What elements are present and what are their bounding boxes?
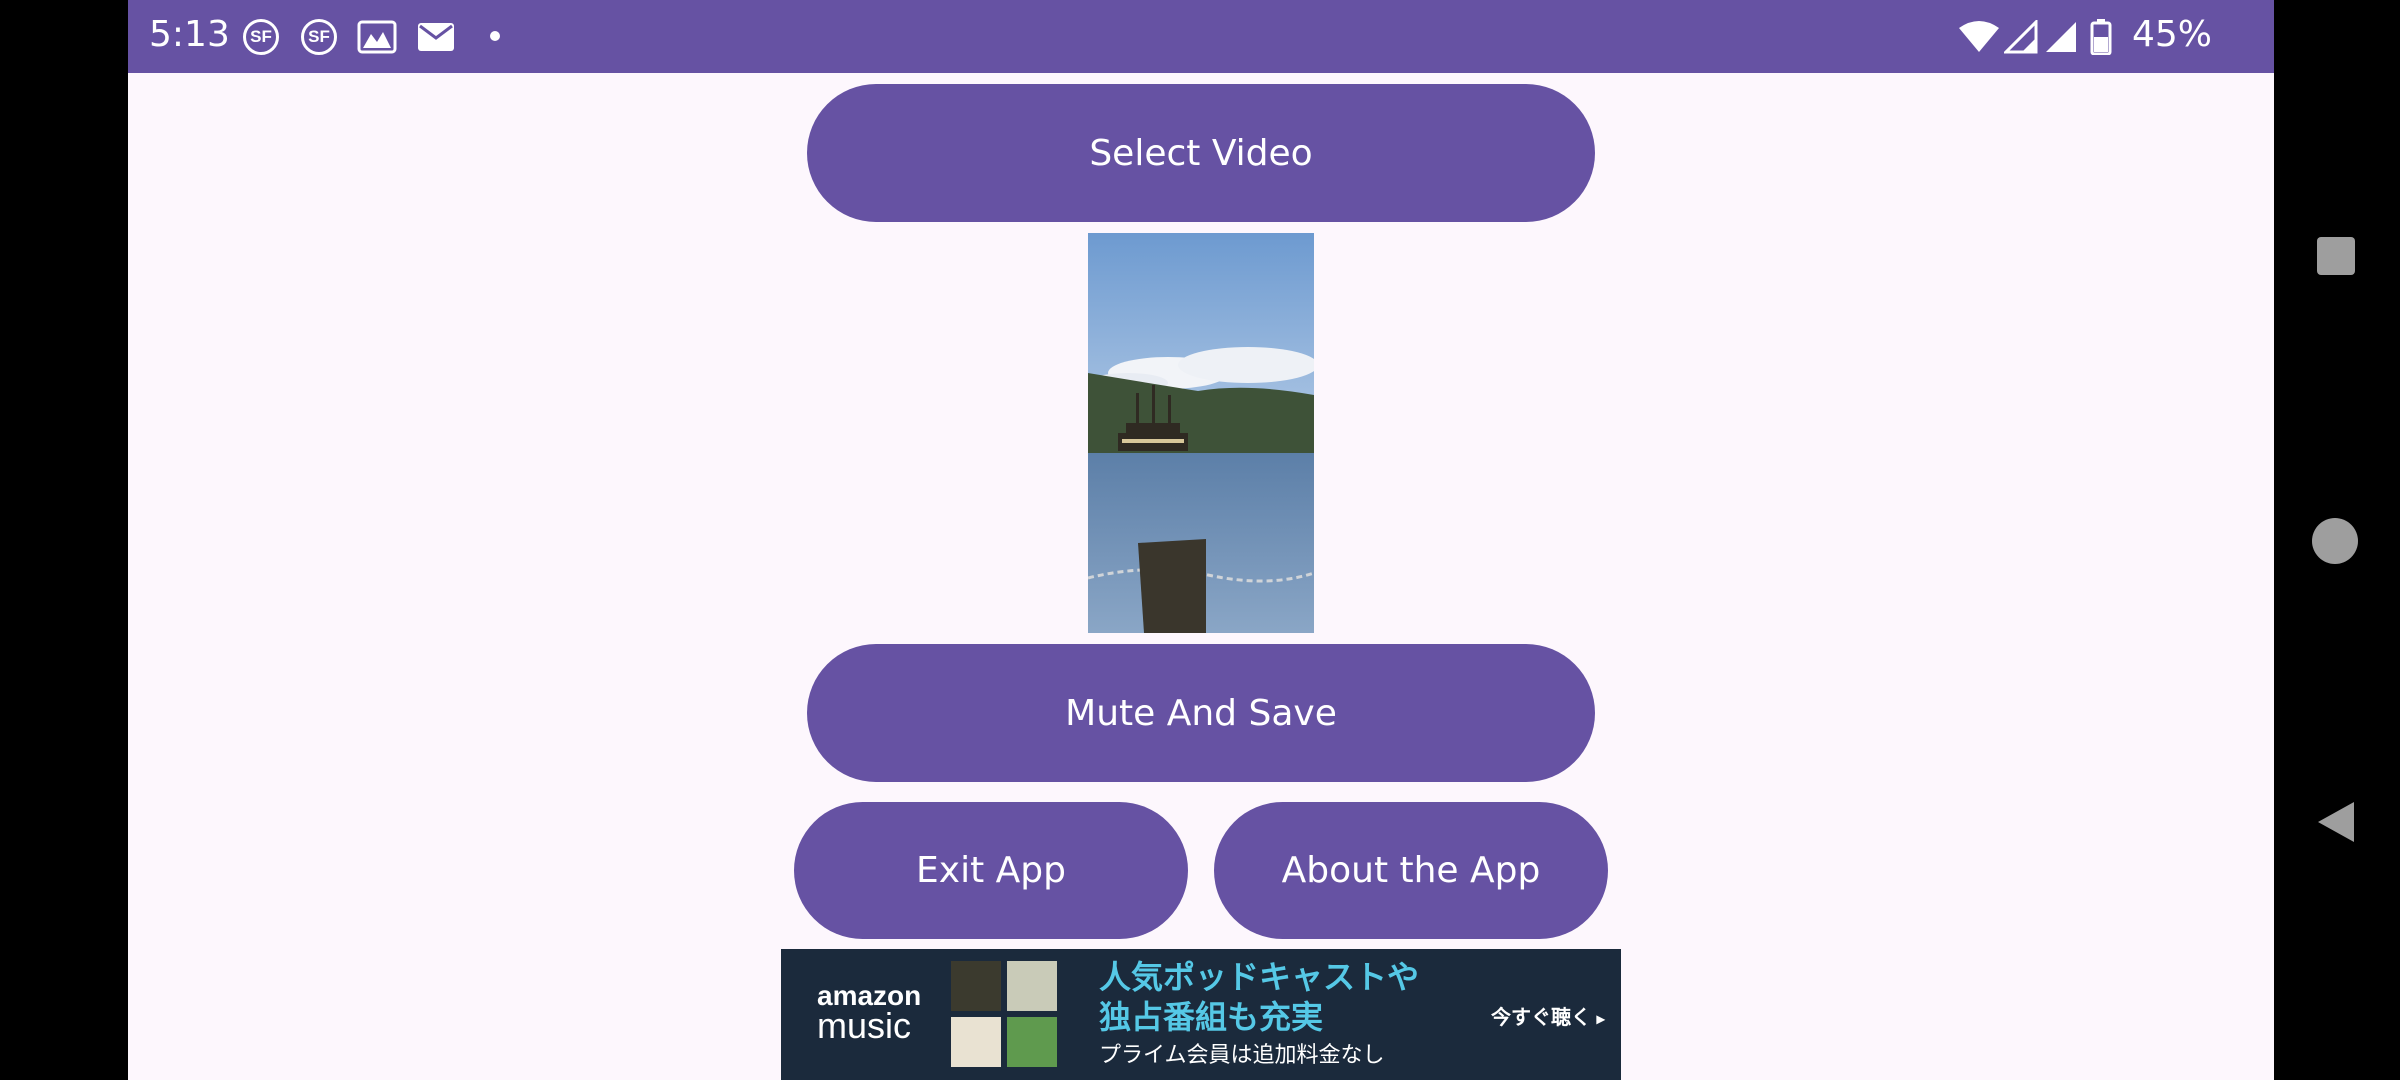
ad-cta[interactable]: 今すぐ聴く ▸ — [1491, 1001, 1605, 1030]
mail-icon — [417, 18, 455, 56]
status-bar: 5:13 SF SF 45% — [128, 0, 2274, 73]
wifi-icon — [1958, 18, 2000, 56]
ad-headline-line2: 独占番組も充実 — [1099, 999, 1324, 1035]
status-time: 5:13 — [149, 14, 230, 55]
sf-icon: SF — [301, 18, 337, 56]
ad-subtext: プライム会員は追加料金なし — [1099, 1042, 1385, 1067]
ad-headline-line1: 人気ポッドキャストや — [1099, 959, 1420, 995]
sf-icon-label: SF — [301, 19, 337, 55]
about-app-label: About the App — [1281, 850, 1541, 891]
exit-app-button[interactable]: Exit App — [794, 802, 1188, 939]
amazon-music-logo: amazon music — [817, 981, 921, 1046]
video-preview[interactable] — [1088, 233, 1314, 633]
sf-icon-label: SF — [243, 19, 279, 55]
ad-headline: 人気ポッドキャストや 独占番組も充実 — [1099, 957, 1419, 1037]
recents-icon[interactable] — [2316, 236, 2356, 281]
podcast-cover — [1007, 1017, 1057, 1067]
select-video-button[interactable]: Select Video — [807, 84, 1595, 222]
podcast-cover — [1007, 961, 1057, 1011]
app-screen: 5:13 SF SF 45% Select Video Mute And Sav… — [128, 0, 2274, 1080]
logo-music: music — [817, 1005, 912, 1046]
mute-and-save-label: Mute And Save — [1065, 692, 1337, 734]
ad-cta-label: 今すぐ聴く — [1491, 1007, 1591, 1029]
podcast-cover — [951, 1017, 1001, 1067]
ad-banner[interactable]: amazon music 人気ポッドキャストや 独占番組も充実 プライム会員は追… — [781, 949, 1621, 1080]
back-icon[interactable] — [2316, 801, 2356, 848]
battery-percent: 45% — [2132, 14, 2213, 55]
gallery-icon — [357, 18, 397, 56]
about-app-button[interactable]: About the App — [1214, 802, 1608, 939]
signal-icon — [2044, 18, 2078, 56]
exit-app-label: Exit App — [916, 850, 1066, 891]
home-icon[interactable] — [2311, 517, 2359, 570]
mute-and-save-button[interactable]: Mute And Save — [807, 644, 1595, 782]
chevron-right-icon: ▸ — [1596, 1011, 1605, 1028]
sf-icon: SF — [243, 18, 279, 56]
podcast-cover — [951, 961, 1001, 1011]
select-video-label: Select Video — [1089, 132, 1313, 174]
battery-icon — [2090, 18, 2112, 56]
dot-icon — [490, 31, 500, 41]
signal-icon — [2004, 18, 2038, 56]
podcast-covers — [951, 961, 1057, 1071]
